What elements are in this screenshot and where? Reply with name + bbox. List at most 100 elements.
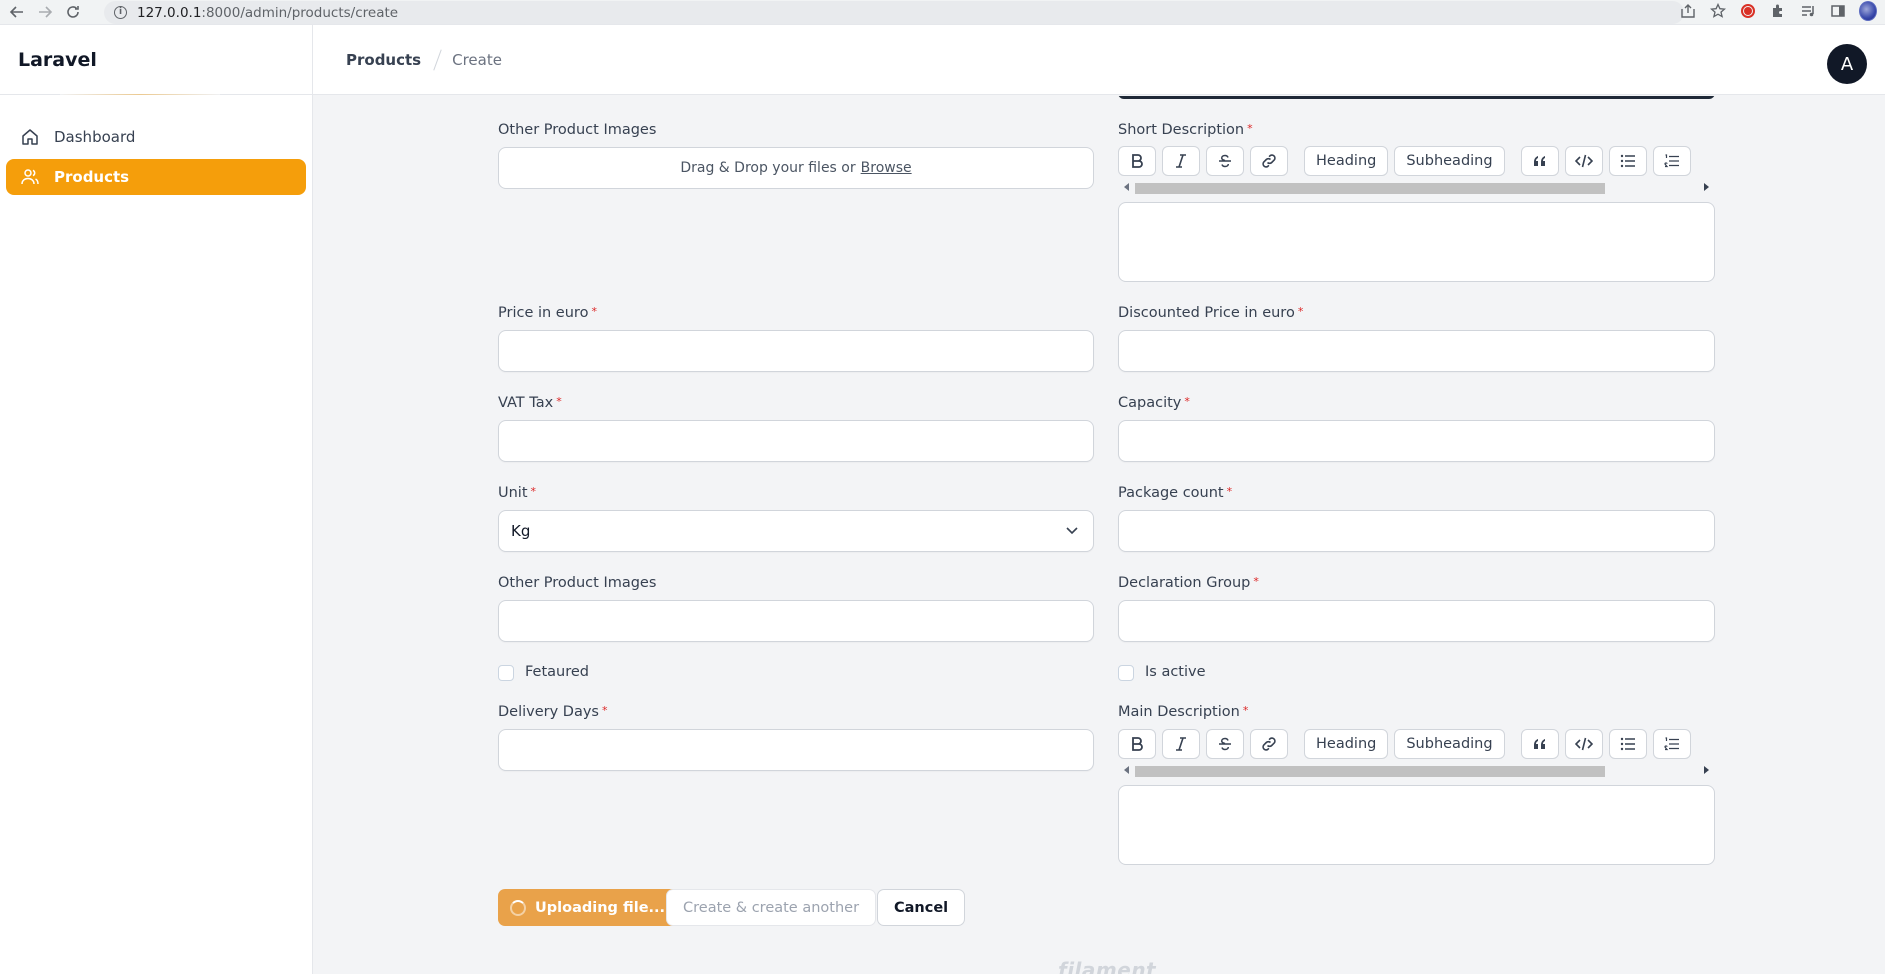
capacity-label: Capacity * — [1118, 395, 1190, 411]
breadcrumb-products[interactable]: Products — [346, 51, 421, 69]
brand-title[interactable]: Laravel — [0, 25, 312, 95]
unit-selected-value: Kg — [511, 522, 531, 540]
sidebar-nav: Dashboard Products — [0, 95, 312, 195]
other-images-2-input[interactable] — [498, 600, 1094, 642]
media-queue-icon[interactable] — [1799, 2, 1817, 20]
scrollbar-thumb[interactable] — [1135, 766, 1605, 777]
short-description-textarea[interactable] — [1118, 202, 1715, 282]
ordered-list-icon[interactable] — [1652, 729, 1691, 759]
subheading-button[interactable]: Subheading — [1394, 729, 1505, 759]
scroll-right-icon[interactable] — [1704, 766, 1709, 774]
subheading-button[interactable]: Subheading — [1394, 146, 1505, 176]
create-another-button[interactable]: Create & create another — [666, 889, 877, 926]
submit-button-label: Uploading file... — [535, 899, 666, 916]
price-input[interactable] — [498, 330, 1094, 372]
home-icon — [20, 127, 40, 147]
editor-toolbar: Heading Subheading — [1118, 729, 1715, 759]
discounted-price-label: Discounted Price in euro * — [1118, 305, 1304, 321]
delivery-days-label: Delivery Days * — [498, 704, 608, 720]
dropzone-text: Drag & Drop your files or — [680, 160, 856, 176]
quote-icon[interactable] — [1520, 729, 1559, 759]
vat-tax-label: VAT Tax * — [498, 395, 562, 411]
heading-button[interactable]: Heading — [1304, 146, 1389, 176]
scroll-right-icon[interactable] — [1704, 183, 1709, 191]
code-icon[interactable] — [1564, 146, 1603, 176]
cancel-button[interactable]: Cancel — [877, 889, 966, 926]
featured-label: Fetaured — [525, 664, 589, 680]
chevron-down-icon — [1065, 523, 1079, 541]
sidebar-item-dashboard[interactable]: Dashboard — [6, 119, 306, 155]
share-icon[interactable] — [1679, 2, 1697, 20]
strike-icon[interactable] — [1206, 146, 1244, 176]
vat-tax-input[interactable] — [498, 420, 1094, 462]
editor-toolbar: Heading Subheading — [1118, 146, 1715, 176]
bookmark-star-icon[interactable] — [1709, 2, 1727, 20]
profile-icon[interactable] — [1859, 1, 1877, 21]
package-count-input[interactable] — [1118, 510, 1715, 552]
scroll-left-icon[interactable] — [1124, 183, 1129, 191]
other-images-label: Other Product Images — [498, 122, 657, 138]
bullet-list-icon[interactable] — [1608, 146, 1647, 176]
quote-icon[interactable] — [1520, 146, 1559, 176]
topbar: Products Create A — [313, 25, 1885, 95]
link-icon[interactable] — [1250, 729, 1288, 759]
italic-icon[interactable] — [1162, 729, 1200, 759]
avatar[interactable]: A — [1827, 44, 1867, 84]
reload-icon[interactable] — [62, 1, 84, 23]
browse-link[interactable]: Browse — [861, 160, 912, 176]
extensions-icon[interactable] — [1769, 2, 1787, 20]
sidebar-item-label: Products — [54, 168, 130, 186]
filament-watermark: filament — [1058, 958, 1157, 974]
url-path: :8000/admin/products/create — [201, 4, 399, 21]
other-images-dropzone[interactable]: Drag & Drop your files or Browse — [498, 147, 1094, 189]
featured-checkbox[interactable] — [498, 665, 514, 681]
sidebar-item-products[interactable]: Products — [6, 159, 306, 195]
short-description-editor: Heading Subheading — [1118, 146, 1715, 282]
delivery-days-input[interactable] — [498, 729, 1094, 771]
main-description-label: Main Description * — [1118, 704, 1249, 720]
sidebar: Laravel Dashboard Products — [0, 25, 313, 974]
price-label: Price in euro * — [498, 305, 597, 321]
back-icon[interactable] — [6, 1, 28, 23]
users-icon — [20, 167, 40, 187]
short-description-label: Short Description * — [1118, 122, 1253, 138]
main-content: Other Product Images Drag & Drop your fi… — [313, 96, 1885, 974]
unit-select[interactable]: Kg — [498, 510, 1094, 552]
record-icon[interactable] — [1739, 2, 1757, 20]
strike-icon[interactable] — [1206, 729, 1244, 759]
declaration-group-input[interactable] — [1118, 600, 1715, 642]
is-active-checkbox[interactable] — [1118, 665, 1134, 681]
code-icon[interactable] — [1564, 729, 1603, 759]
uploading-submit-button[interactable]: Uploading file... — [498, 889, 682, 926]
italic-icon[interactable] — [1162, 146, 1200, 176]
other-images-2-label: Other Product Images — [498, 575, 657, 591]
is-active-label: Is active — [1145, 664, 1206, 680]
breadcrumb-create: Create — [452, 50, 502, 69]
main-description-editor: Heading Subheading — [1118, 729, 1715, 865]
site-info-icon[interactable]: i — [114, 6, 127, 19]
discounted-price-input[interactable] — [1118, 330, 1715, 372]
unit-label: Unit * — [498, 485, 537, 501]
bold-icon[interactable] — [1118, 729, 1156, 759]
ordered-list-icon[interactable] — [1652, 146, 1691, 176]
address-bar[interactable]: i 127.0.0.1:8000/admin/products/create — [104, 1, 1684, 24]
side-panel-icon[interactable] — [1829, 2, 1847, 20]
scroll-left-icon[interactable] — [1124, 766, 1129, 774]
declaration-group-label: Declaration Group * — [1118, 575, 1259, 591]
bold-icon[interactable] — [1118, 146, 1156, 176]
capacity-input[interactable] — [1118, 420, 1715, 462]
toolbar-scrollbar[interactable] — [1118, 180, 1715, 194]
browser-toolbar: i 127.0.0.1:8000/admin/products/create — [0, 0, 1885, 25]
package-count-label: Package count * — [1118, 485, 1233, 501]
scrollbar-thumb[interactable] — [1135, 183, 1605, 194]
toolbar-scrollbar[interactable] — [1118, 763, 1715, 777]
loading-spinner-icon — [510, 899, 526, 916]
link-icon[interactable] — [1250, 146, 1288, 176]
sidebar-item-label: Dashboard — [54, 128, 136, 146]
breadcrumb-separator — [433, 48, 442, 71]
editor-bottom-edge — [1118, 96, 1715, 99]
bullet-list-icon[interactable] — [1608, 729, 1647, 759]
forward-icon[interactable] — [34, 1, 56, 23]
heading-button[interactable]: Heading — [1304, 729, 1389, 759]
main-description-textarea[interactable] — [1118, 785, 1715, 865]
